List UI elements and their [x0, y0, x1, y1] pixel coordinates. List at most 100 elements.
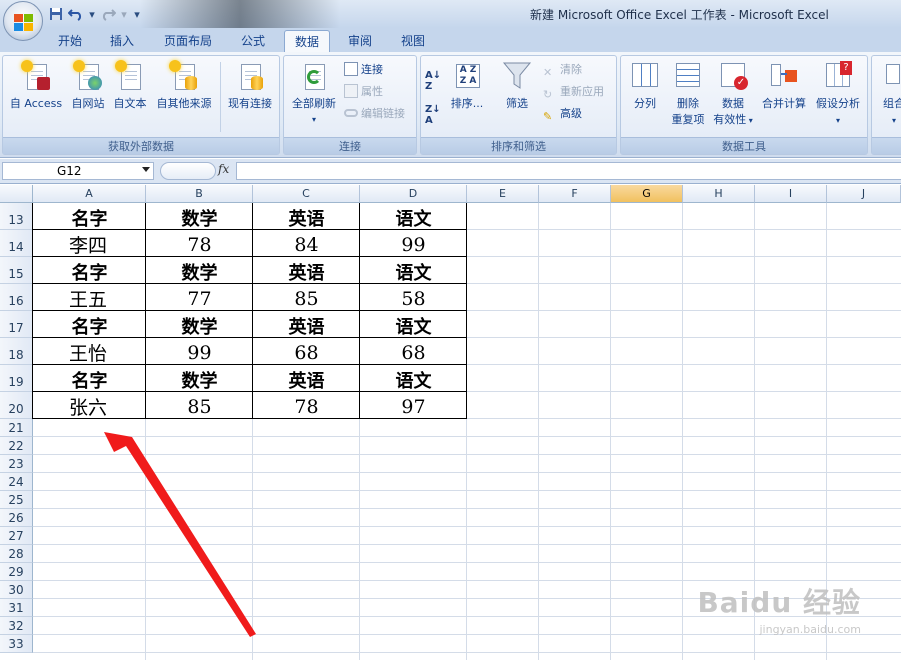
what-if-analysis-button[interactable]: ? 假设分析 ▾	[811, 60, 865, 129]
from-other-sources-button[interactable]: 自其他来源	[151, 60, 217, 112]
table-data-cell[interactable]: 99	[360, 232, 467, 257]
table-header-cell[interactable]: 数学	[146, 205, 253, 230]
table-header-cell[interactable]: 数学	[146, 313, 253, 338]
table-data-cell[interactable]: 84	[253, 232, 360, 257]
what-if-dropdown-icon[interactable]: ▾	[836, 116, 840, 125]
table-header-cell[interactable]: 英语	[253, 259, 360, 284]
row-header[interactable]: 27	[0, 527, 33, 545]
refresh-dropdown-icon[interactable]: ▾	[286, 112, 342, 128]
table-header-cell[interactable]: 英语	[253, 367, 360, 392]
from-access-button[interactable]: 自 Access	[7, 60, 65, 112]
group-button[interactable]: 组合 ▾	[876, 60, 901, 129]
row-header[interactable]: 15	[0, 257, 33, 284]
connections-button[interactable]: 连接	[344, 61, 383, 79]
row-header[interactable]: 25	[0, 491, 33, 509]
table-header-cell[interactable]: 名字	[33, 259, 146, 284]
tab-page-layout[interactable]: 页面布局	[157, 30, 219, 52]
existing-connections-button[interactable]: 现有连接	[223, 60, 277, 112]
table-data-cell[interactable]: 王五	[33, 286, 146, 311]
data-validation-button[interactable]: ✓ 数据 有效性 ▾	[711, 60, 755, 129]
text-to-columns-button[interactable]: 分列	[625, 60, 665, 112]
sort-za-button[interactable]: Z↓ A	[425, 104, 441, 126]
row-header[interactable]: 18	[0, 338, 33, 365]
column-header-d[interactable]: D	[360, 185, 467, 203]
row-header[interactable]: 26	[0, 509, 33, 527]
column-header-c[interactable]: C	[253, 185, 360, 203]
insert-function-icon[interactable]: fx	[218, 162, 229, 176]
table-data-cell[interactable]: 85	[253, 286, 360, 311]
table-header-cell[interactable]: 名字	[33, 367, 146, 392]
table-header-cell[interactable]: 英语	[253, 313, 360, 338]
table-data-cell[interactable]: 97	[360, 394, 467, 419]
from-text-button[interactable]: 自文本	[109, 60, 151, 112]
reapply-button[interactable]: ↻ 重新应用	[543, 83, 604, 101]
row-header[interactable]: 22	[0, 437, 33, 455]
save-icon[interactable]	[48, 6, 64, 22]
properties-button[interactable]: 属性	[344, 83, 383, 101]
row-header[interactable]: 17	[0, 311, 33, 338]
table-header-cell[interactable]: 名字	[33, 205, 146, 230]
clear-filter-button[interactable]: ✕ 清除	[543, 61, 582, 79]
table-data-cell[interactable]: 85	[146, 394, 253, 419]
validation-dropdown-icon[interactable]: ▾	[746, 116, 753, 125]
filter-button[interactable]: 筛选	[497, 60, 537, 112]
row-header[interactable]: 14	[0, 230, 33, 257]
tab-home[interactable]: 开始	[50, 30, 90, 52]
formula-input[interactable]	[236, 162, 901, 180]
table-data-cell[interactable]: 李四	[33, 232, 146, 257]
table-header-cell[interactable]: 数学	[146, 259, 253, 284]
from-web-button[interactable]: 自网站	[67, 60, 109, 112]
table-data-cell[interactable]: 58	[360, 286, 467, 311]
row-header[interactable]: 28	[0, 545, 33, 563]
formula-buttons-pill[interactable]	[160, 162, 216, 180]
table-header-cell[interactable]: 英语	[253, 205, 360, 230]
advanced-filter-button[interactable]: ✎ 高级	[543, 105, 582, 123]
select-all-corner[interactable]	[0, 185, 33, 203]
table-header-cell[interactable]: 语文	[360, 205, 467, 230]
table-data-cell[interactable]: 77	[146, 286, 253, 311]
column-header-i[interactable]: I	[755, 185, 827, 203]
tab-insert[interactable]: 插入	[102, 30, 142, 52]
column-header-a[interactable]: A	[33, 185, 146, 203]
refresh-all-button[interactable]: 全部刷新 ▾	[286, 60, 342, 128]
table-data-cell[interactable]: 张六	[33, 394, 146, 419]
remove-duplicates-button[interactable]: 删除 重复项	[667, 60, 709, 128]
row-header[interactable]: 23	[0, 455, 33, 473]
group-dropdown-icon[interactable]: ▾	[892, 116, 896, 125]
tab-view[interactable]: 视图	[393, 30, 433, 52]
table-data-cell[interactable]: 78	[253, 394, 360, 419]
column-header-f[interactable]: F	[539, 185, 611, 203]
column-header-e[interactable]: E	[467, 185, 539, 203]
table-data-cell[interactable]: 68	[360, 340, 467, 365]
row-header[interactable]: 20	[0, 392, 33, 419]
tab-formulas[interactable]: 公式	[233, 30, 273, 52]
redo-dropdown-icon[interactable]: ▾	[120, 6, 128, 22]
row-header[interactable]: 32	[0, 617, 33, 635]
edit-links-button[interactable]: 编辑链接	[344, 105, 405, 123]
column-header-g[interactable]: G	[611, 185, 683, 203]
table-header-cell[interactable]: 语文	[360, 367, 467, 392]
column-header-h[interactable]: H	[683, 185, 755, 203]
office-button[interactable]	[3, 1, 43, 41]
undo-icon[interactable]	[68, 6, 84, 22]
name-box-dropdown-icon[interactable]	[142, 167, 150, 172]
table-data-cell[interactable]: 68	[253, 340, 360, 365]
tab-data[interactable]: 数据	[284, 30, 330, 52]
undo-dropdown-icon[interactable]: ▾	[88, 6, 96, 22]
row-header[interactable]: 29	[0, 563, 33, 581]
table-data-cell[interactable]: 78	[146, 232, 253, 257]
row-header[interactable]: 21	[0, 419, 33, 437]
table-header-cell[interactable]: 语文	[360, 313, 467, 338]
column-header-b[interactable]: B	[146, 185, 253, 203]
name-box[interactable]: G12	[2, 162, 154, 180]
row-header[interactable]: 31	[0, 599, 33, 617]
column-header-j[interactable]: J	[827, 185, 901, 203]
consolidate-button[interactable]: 合并计算	[757, 60, 811, 112]
table-data-cell[interactable]: 王怡	[33, 340, 146, 365]
tab-review[interactable]: 审阅	[340, 30, 380, 52]
row-header[interactable]: 13	[0, 203, 33, 230]
row-header[interactable]: 33	[0, 635, 33, 653]
table-header-cell[interactable]: 数学	[146, 367, 253, 392]
row-header[interactable]: 30	[0, 581, 33, 599]
row-header[interactable]: 16	[0, 284, 33, 311]
